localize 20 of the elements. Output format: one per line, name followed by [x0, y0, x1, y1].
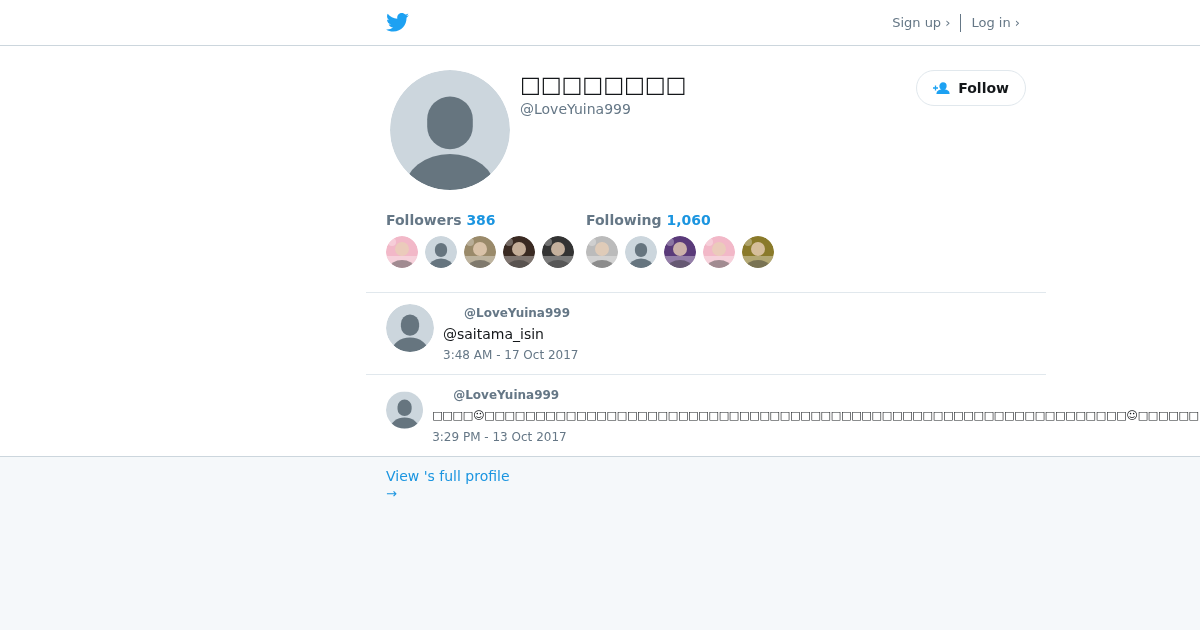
avatar-icon [425, 236, 457, 268]
log-in-link[interactable]: Log in › [971, 15, 1020, 30]
tweet-handle: @LoveYuina999 [453, 388, 561, 402]
add-person-icon [933, 82, 951, 94]
bird-logo-icon[interactable] [386, 13, 409, 32]
avatar-icon [386, 304, 434, 352]
follow-button[interactable]: Follow [916, 70, 1026, 106]
sign-up-link[interactable]: Sign up › [892, 15, 951, 30]
stat-link[interactable]: Followers 386 [386, 212, 496, 228]
avatar-icon [625, 236, 657, 268]
tweet-time[interactable]: 3:29 PM - 13 Oct 2017 [432, 430, 1026, 444]
tweet-time[interactable]: 3:48 AM - 17 Oct 2017 [443, 348, 579, 362]
arrow-icon[interactable]: → [386, 486, 814, 501]
display-name: □□□□□□□□ [520, 72, 687, 97]
tweet-text: @saitama_isin [443, 326, 545, 342]
stat-link[interactable]: Following 1,060 [586, 212, 711, 228]
tweet-handle: @LoveYuina999 [464, 306, 571, 320]
tweet-text: □□□□☺□□□□□□□□□□□□□□□□□□□□□□□□□□□□□□□□□□□□□□□□□□□□□□□□□□□□□□□□□□□□□□□☺□□□□□□ [432, 408, 1199, 424]
full-profile-link[interactable]: View 's full profile [386, 468, 510, 484]
username: @LoveYuina999 [520, 101, 632, 117]
